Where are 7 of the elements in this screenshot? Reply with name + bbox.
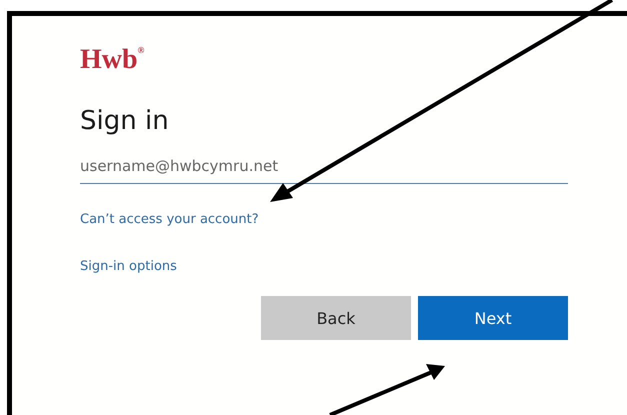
logo: Hwb$^{®}$ [80, 46, 146, 77]
link[interactable]: Sign-in options [80, 259, 177, 274]
next-button[interactable]: Next [418, 296, 568, 340]
username-field[interactable]: username@hwbcymru.net [80, 153, 568, 184]
sign-in-heading: Sign in [80, 106, 170, 138]
back-button[interactable]: Back [261, 296, 411, 340]
link[interactable]: Can’t access your account? [80, 212, 259, 228]
